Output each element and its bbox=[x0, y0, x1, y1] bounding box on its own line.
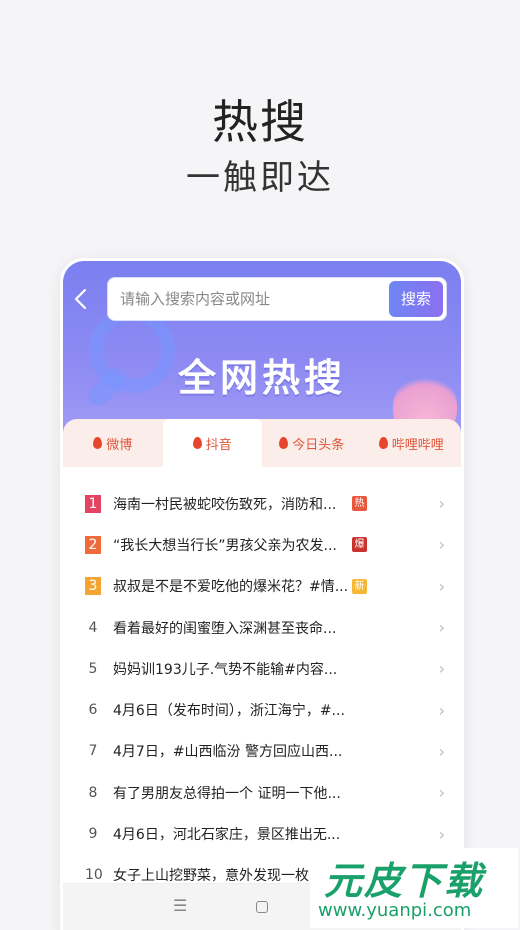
hot-search-banner: 搜索 全网热搜 微博 抖音 今日头条 哔哩哔哩 bbox=[63, 261, 461, 467]
tab-label: 今日头条 bbox=[292, 437, 345, 453]
list-item-title: 海南一村民被蛇咬伤致死，消防和... bbox=[113, 496, 337, 513]
chevron-right-icon: › bbox=[438, 824, 445, 844]
list-item-title: “我长大想当行长”男孩父亲为农发... bbox=[113, 537, 337, 554]
rank-badge: 1 bbox=[85, 494, 101, 513]
list-item-title: 叔叔是不是不爱吃他的爆米花？#情... bbox=[113, 579, 349, 596]
search-button[interactable]: 搜索 bbox=[389, 281, 443, 317]
list-item[interactable]: 5 妈妈训193儿子.气势不能输#内容... › bbox=[63, 648, 461, 689]
watermark-logo: 元皮下载 www.yuanpi.com bbox=[310, 848, 518, 928]
rank-number: 7 bbox=[88, 743, 98, 760]
chevron-right-icon: › bbox=[438, 535, 445, 555]
list-item[interactable]: 3 叔叔是不是不爱吃他的爆米花？#情... 新 › bbox=[63, 566, 461, 607]
back-button[interactable] bbox=[73, 287, 97, 317]
rank-number: 6 bbox=[88, 702, 98, 719]
tab-toutiao[interactable]: 今日头条 bbox=[262, 419, 362, 467]
rank-number: 10 bbox=[85, 867, 103, 884]
flame-icon bbox=[378, 437, 388, 449]
list-item-title: 有了男朋友总得拍一个 证明一下他... bbox=[113, 785, 341, 802]
phone-frame: 搜索 全网热搜 微博 抖音 今日头条 哔哩哔哩 1 海南一村民 bbox=[60, 258, 464, 930]
tab-bilibili[interactable]: 哔哩哔哩 bbox=[362, 419, 462, 467]
tab-label: 微博 bbox=[106, 437, 133, 453]
search-box: 搜索 bbox=[107, 277, 447, 321]
flame-icon bbox=[279, 437, 289, 449]
chevron-right-icon: › bbox=[438, 576, 445, 596]
watermark-title: 元皮下载 bbox=[324, 859, 485, 903]
boom-badge: 爆 bbox=[352, 537, 367, 553]
hot-search-list: 1 海南一村民被蛇咬伤致死，消防和... 热 › 2 “我长大想当行长”男孩父亲… bbox=[63, 483, 461, 896]
new-badge: 新 bbox=[352, 578, 367, 594]
chevron-right-icon: › bbox=[438, 659, 445, 679]
rank-number: 9 bbox=[88, 826, 98, 843]
rank-number: 5 bbox=[88, 660, 98, 677]
list-item[interactable]: 6 4月6日（发布时间），浙江海宁，#... › bbox=[63, 689, 461, 730]
list-item[interactable]: 4 看着最好的闺蜜堕入深渊甚至丧命... › bbox=[63, 607, 461, 648]
chevron-right-icon: › bbox=[438, 741, 445, 761]
flame-icon bbox=[192, 437, 202, 449]
menu-icon[interactable]: ☰ bbox=[173, 896, 187, 915]
rank-number: 4 bbox=[88, 619, 98, 636]
search-input[interactable] bbox=[108, 278, 378, 320]
rank-badge: 2 bbox=[85, 535, 101, 554]
promo-headline: 热搜 bbox=[212, 95, 308, 149]
tab-label: 抖音 bbox=[205, 437, 232, 453]
rank-badge: 3 bbox=[85, 577, 101, 596]
list-item-title: 4月6日（发布时间），浙江海宁，#... bbox=[113, 703, 345, 720]
list-item-title: 4月7日，#山西临汾 警方回应山西... bbox=[113, 744, 343, 761]
chevron-right-icon: › bbox=[438, 618, 445, 638]
chevron-left-icon bbox=[74, 288, 87, 310]
chevron-right-icon: › bbox=[438, 783, 445, 803]
tab-label: 哔哩哔哩 bbox=[391, 437, 444, 453]
list-item-title: 妈妈训193儿子.气势不能输#内容... bbox=[113, 661, 338, 678]
flame-icon bbox=[93, 437, 103, 449]
promo-subline: 一触即达 bbox=[186, 158, 334, 198]
list-item[interactable]: 7 4月7日，#山西临汾 警方回应山西... › bbox=[63, 731, 461, 772]
home-icon[interactable] bbox=[256, 901, 268, 913]
chevron-right-icon: › bbox=[438, 700, 445, 720]
list-item[interactable]: 1 海南一村民被蛇咬伤致死，消防和... 热 › bbox=[63, 483, 461, 524]
list-item-title: 4月6日，河北石家庄，景区推出无... bbox=[113, 827, 341, 844]
banner-title: 全网热搜 bbox=[177, 356, 346, 400]
list-item[interactable]: 8 有了男朋友总得拍一个 证明一下他... › bbox=[63, 772, 461, 813]
hot-badge: 热 bbox=[352, 496, 367, 512]
rank-number: 8 bbox=[88, 784, 98, 801]
tab-weibo[interactable]: 微博 bbox=[63, 419, 163, 467]
tab-douyin[interactable]: 抖音 bbox=[162, 419, 262, 467]
list-item-title: 看着最好的闺蜜堕入深渊甚至丧命... bbox=[113, 620, 337, 637]
list-item[interactable]: 2 “我长大想当行长”男孩父亲为农发... 爆 › bbox=[63, 524, 461, 565]
platform-tabs: 微博 抖音 今日头条 哔哩哔哩 bbox=[63, 419, 461, 467]
chevron-right-icon: › bbox=[438, 494, 445, 514]
watermark-url: www.yuanpi.com bbox=[318, 900, 472, 921]
